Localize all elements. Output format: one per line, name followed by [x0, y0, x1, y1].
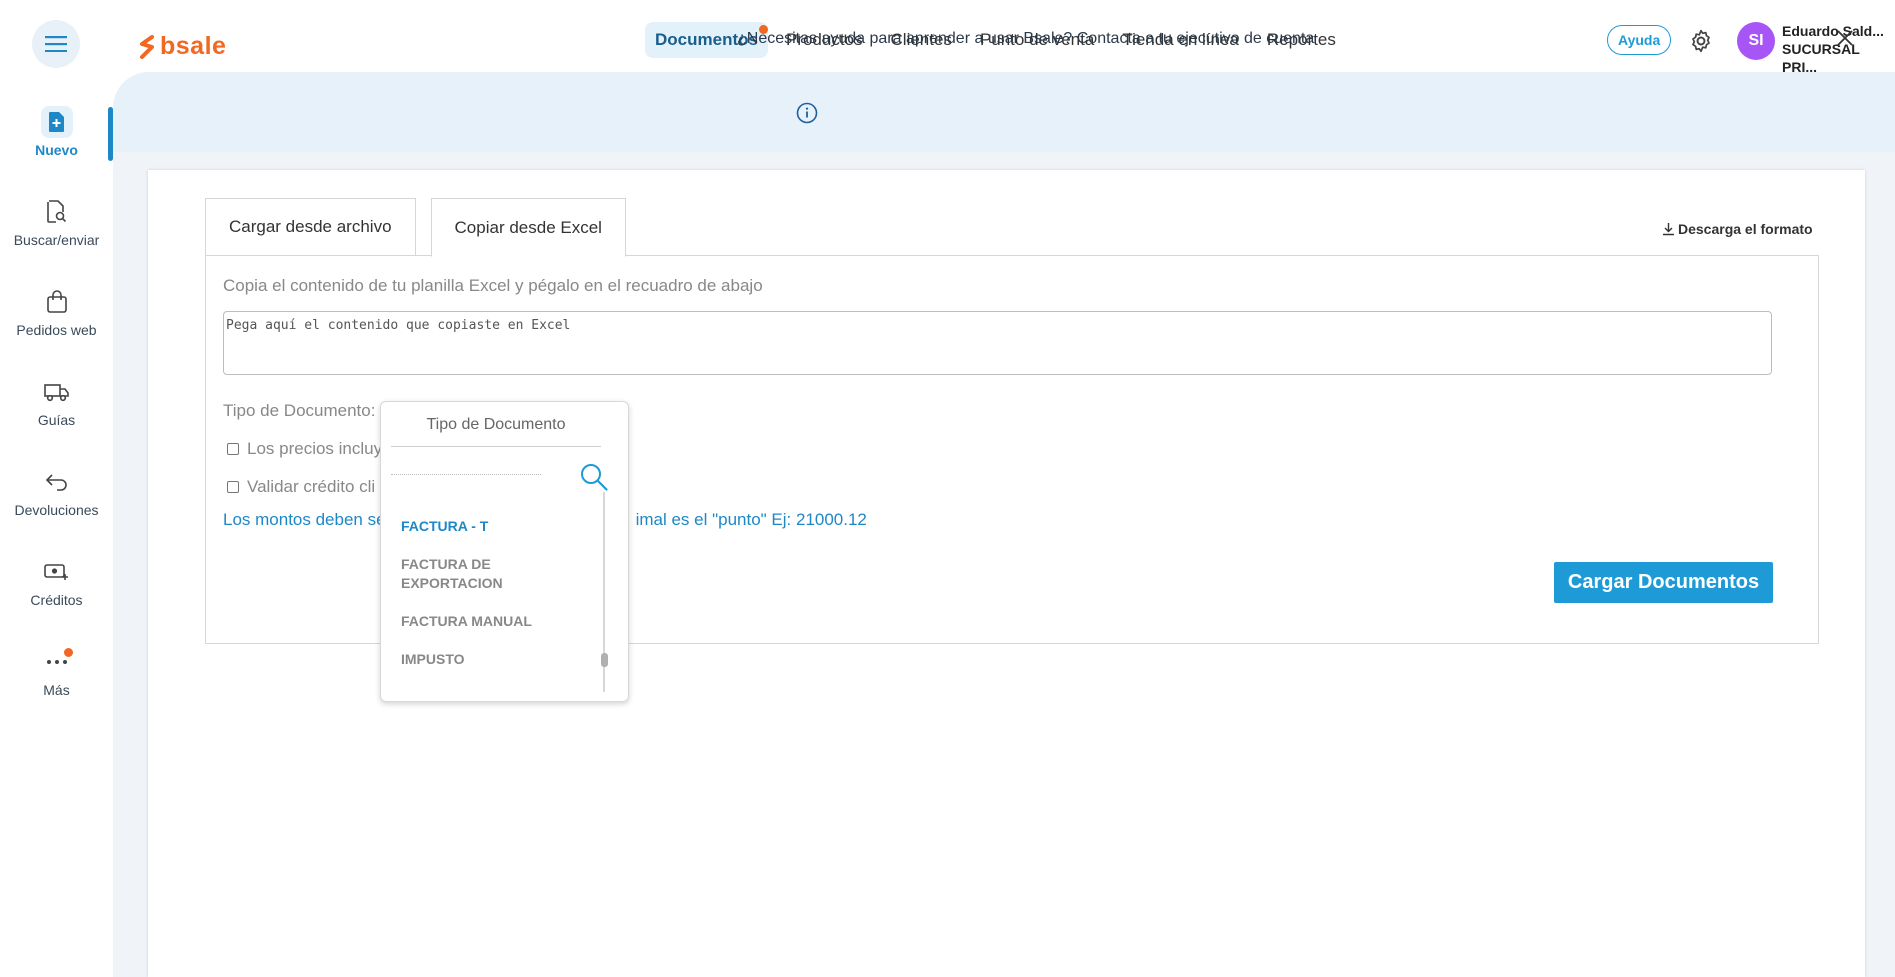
- dropdown-option[interactable]: FACTURA - T: [401, 517, 571, 536]
- sidebar-item-nuevo[interactable]: Nuevo: [0, 106, 113, 158]
- bsale-logo-icon: [140, 34, 154, 59]
- tab-copiar-desde-excel[interactable]: Copiar desde Excel: [430, 198, 626, 257]
- sidebar-item-pedidos-web[interactable]: Pedidos web: [0, 286, 113, 338]
- shopping-bag-icon: [41, 286, 73, 318]
- search-document-icon: [41, 196, 73, 228]
- sidebar-label: Devoluciones: [14, 502, 99, 518]
- dropdown-option[interactable]: FACTURA MANUAL: [401, 612, 571, 631]
- cargar-documentos-button[interactable]: Cargar Documentos: [1554, 562, 1773, 603]
- return-arrow-icon: [41, 466, 73, 498]
- money-credit-icon: [41, 556, 73, 588]
- dropdown-divider: [391, 446, 601, 447]
- download-icon: [1663, 223, 1674, 236]
- menu-icon: [45, 36, 67, 52]
- more-dots-icon: [41, 646, 73, 678]
- new-document-icon: [40, 106, 73, 138]
- notification-dot: [63, 648, 73, 657]
- close-icon[interactable]: [1836, 29, 1854, 47]
- help-button[interactable]: Ayuda: [1607, 25, 1672, 55]
- banner-text: ¿Necesitas ayuda para aprender a usar Bs…: [737, 30, 1315, 47]
- tab-cargar-desde-archivo[interactable]: Cargar desde archivo: [205, 198, 416, 256]
- sidebar-item-guias[interactable]: Guías: [0, 376, 113, 428]
- sidebar-label: Más: [43, 682, 70, 698]
- validate-credit-row[interactable]: Validar crédito cli: [227, 477, 375, 497]
- validate-credit-label: Validar crédito cli: [247, 477, 376, 496]
- sidebar: Nuevo Buscar/enviar Pedidos web Guías De…: [0, 72, 113, 977]
- gear-icon[interactable]: [1688, 28, 1714, 54]
- info-icon: [796, 102, 818, 124]
- dropdown-option[interactable]: FACTURA DE EXPORTACION: [401, 555, 571, 593]
- dropdown-scrollbar-thumb[interactable]: [601, 653, 608, 667]
- hamburger-menu-button[interactable]: [32, 20, 80, 68]
- download-format-link[interactable]: Descarga el formato: [1662, 221, 1813, 237]
- tipo-documento-label: Tipo de Documento:: [223, 401, 376, 420]
- truck-icon: [41, 376, 73, 408]
- sidebar-label: Créditos: [30, 592, 83, 608]
- search-icon[interactable]: [579, 462, 609, 492]
- note-end: imal es el "punto" Ej: 21000.12: [635, 510, 867, 529]
- tipo-documento-dropdown[interactable]: Tipo de Documento FACTURA - T FACTURA DE…: [380, 401, 629, 702]
- sidebar-item-creditos[interactable]: Créditos: [0, 556, 113, 608]
- paste-textarea[interactable]: [223, 311, 1772, 375]
- sidebar-label: Buscar/enviar: [13, 232, 100, 248]
- sidebar-label: Guías: [37, 412, 76, 428]
- help-banner: [113, 72, 1895, 152]
- validate-credit-checkbox[interactable]: [227, 481, 239, 493]
- prices-include-label: Los precios incluy: [247, 439, 383, 458]
- bsale-logo[interactable]: bsale: [138, 32, 226, 61]
- dropdown-title: Tipo de Documento: [426, 416, 566, 433]
- sidebar-item-mas[interactable]: Más: [0, 646, 113, 698]
- avatar[interactable]: SI: [1737, 22, 1775, 60]
- prices-include-checkbox[interactable]: [227, 443, 239, 455]
- dropdown-options: FACTURA - T FACTURA DE EXPORTACION FACTU…: [381, 490, 601, 695]
- sidebar-label: Pedidos web: [16, 322, 97, 338]
- logo-text: bsale: [160, 32, 227, 60]
- download-label: Descarga el formato: [1678, 221, 1813, 237]
- sidebar-item-buscar[interactable]: Buscar/enviar: [0, 196, 113, 248]
- sidebar-item-devoluciones[interactable]: Devoluciones: [0, 466, 113, 518]
- sidebar-label: Nuevo: [35, 142, 78, 158]
- upload-tabs: Cargar desde archivo Copiar desde Excel: [205, 198, 641, 257]
- note-start: Los montos deben se: [223, 510, 386, 529]
- dropdown-search-input[interactable]: [391, 474, 541, 475]
- dropdown-option[interactable]: IMPUSTO: [401, 650, 571, 669]
- instructions-text: Copia el contenido de tu planilla Excel …: [223, 276, 763, 295]
- prices-include-tax-row[interactable]: Los precios incluy: [227, 439, 382, 459]
